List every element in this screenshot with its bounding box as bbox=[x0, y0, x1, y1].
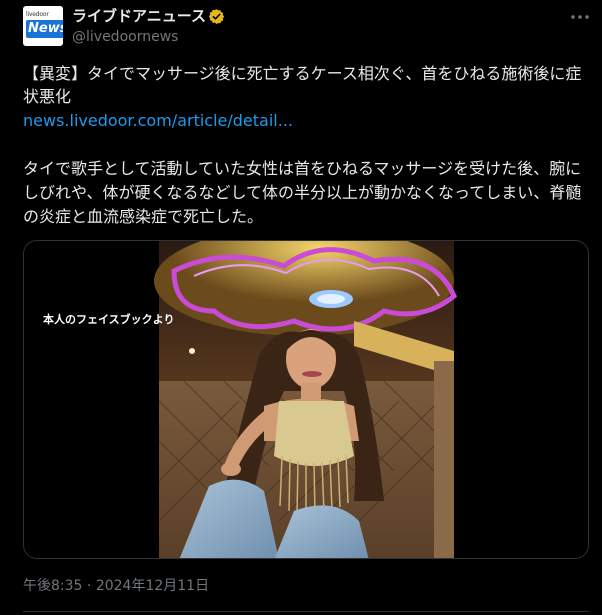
tweet-body: タイで歌手として活動していた女性は首をひねるマッサージを受けた後、腕にしびれや、… bbox=[23, 159, 582, 226]
tweet-headline: 【異変】タイでマッサージ後に死亡するケース相次ぐ、首をひねる施術後に症状悪化 bbox=[23, 64, 582, 106]
media-photo bbox=[24, 241, 588, 558]
display-name[interactable]: ライブドアニュース bbox=[72, 6, 206, 26]
tweet-date[interactable]: 2024年12月11日 bbox=[96, 578, 209, 594]
verified-badge-icon bbox=[208, 9, 225, 24]
tweet-card: livedoor News ライブドアニュース @livedoornews 【異… bbox=[0, 0, 602, 615]
article-link[interactable]: news.livedoor.com/article/detail... bbox=[23, 110, 293, 132]
timestamp-separator: · bbox=[86, 578, 92, 594]
avatar[interactable]: livedoor News bbox=[23, 6, 63, 46]
more-dots-icon bbox=[571, 15, 589, 19]
avatar-livedoor-text: livedoor bbox=[26, 11, 49, 18]
more-options-icon[interactable] bbox=[566, 6, 594, 28]
account-handle[interactable]: @livedoornews bbox=[72, 27, 178, 47]
avatar-news-text: News bbox=[26, 20, 63, 38]
divider bbox=[23, 611, 589, 612]
tweet-time[interactable]: 午後8:35 bbox=[23, 578, 82, 594]
media-caption: 本人のフェイスブックより bbox=[43, 313, 175, 326]
tweet-timestamp[interactable]: 午後8:35 · 2024年12月11日 bbox=[23, 576, 209, 596]
tweet-media[interactable]: 本人のフェイスブックより bbox=[23, 240, 589, 559]
